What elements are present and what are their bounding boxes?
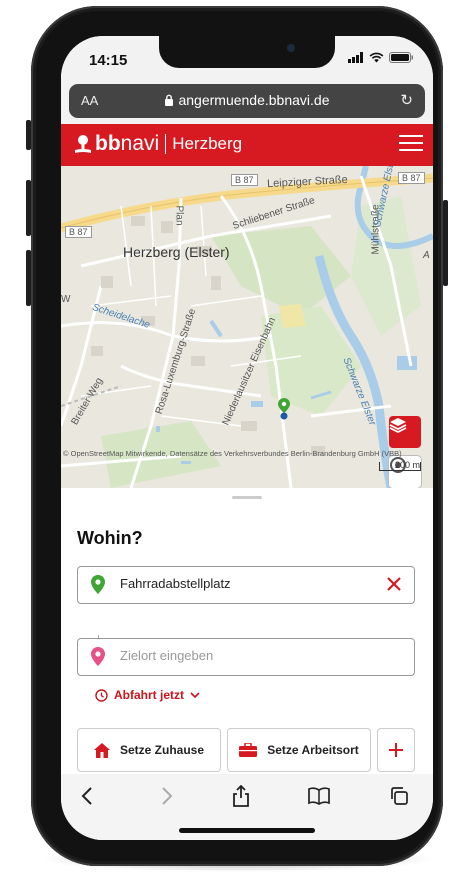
chevron-down-icon xyxy=(190,691,200,698)
bookmarks-icon[interactable] xyxy=(307,784,331,808)
sheet-grabber[interactable] xyxy=(232,496,262,499)
edge-label: A xyxy=(423,250,430,261)
phone-screen: 14:15 AA angermuende.bbnavi.de ↻ bb navi… xyxy=(61,36,433,840)
map-view[interactable]: B 87 B 87 B 87 Leipziger Straße Schliebe… xyxy=(61,166,433,488)
layers-icon[interactable] xyxy=(389,416,421,448)
bbnavi-logo[interactable]: bb navi Herzberg xyxy=(75,132,242,156)
departure-label: Abfahrt jetzt xyxy=(114,688,184,702)
browser-address-area: AA angermuende.bbnavi.de ↻ xyxy=(61,82,433,124)
set-work-label: Setze Arbeitsort xyxy=(267,743,359,757)
logo-text-regular: navi xyxy=(120,132,160,155)
sheet-title: Wohin? xyxy=(77,528,143,548)
origin-input[interactable] xyxy=(120,576,360,591)
logo-separator xyxy=(165,134,167,154)
map-scale: 200 m xyxy=(379,461,421,471)
url-display[interactable]: angermuende.bbnavi.de xyxy=(69,92,425,108)
phone-notch xyxy=(159,36,335,68)
address-bar[interactable]: AA angermuende.bbnavi.de ↻ xyxy=(69,84,425,118)
status-time: 14:15 xyxy=(89,52,128,69)
destination-field[interactable] xyxy=(77,638,415,676)
road-shield: B 87 xyxy=(65,226,92,238)
origin-field[interactable] xyxy=(77,566,415,604)
set-home-label: Setze Zuhause xyxy=(119,743,205,757)
home-icon xyxy=(93,742,110,758)
clear-origin-icon[interactable] xyxy=(384,574,404,594)
edge-label: W xyxy=(61,294,71,305)
region-name: Herzberg xyxy=(172,134,243,153)
home-indicator[interactable] xyxy=(179,828,315,833)
tabs-icon[interactable] xyxy=(387,784,411,808)
camera xyxy=(287,44,295,52)
destination-input[interactable] xyxy=(120,648,360,663)
hamburger-icon[interactable] xyxy=(399,135,423,155)
lock-icon xyxy=(165,94,174,106)
city-label: Herzberg (Elster) xyxy=(123,244,230,260)
signal-icon xyxy=(348,52,363,63)
wifi-icon xyxy=(369,52,384,63)
map-pin-logo-icon xyxy=(75,135,91,153)
browser-toolbar xyxy=(61,774,433,840)
briefcase-icon xyxy=(239,743,258,757)
set-home-button[interactable]: Setze Zuhause xyxy=(77,728,221,772)
forward-icon[interactable] xyxy=(155,784,179,808)
departure-time-selector[interactable]: Abfahrt jetzt xyxy=(95,688,200,702)
origin-marker-icon[interactable] xyxy=(277,398,291,420)
logo-text-bold: bb xyxy=(95,132,121,155)
plus-icon xyxy=(389,743,403,757)
back-icon[interactable] xyxy=(75,784,99,808)
map-attribution[interactable]: © OpenStreetMap Mitwirkende, Datensätze … xyxy=(61,448,433,459)
phone-volume-up xyxy=(26,180,31,236)
add-place-button[interactable] xyxy=(377,728,415,772)
street-label: Plan xyxy=(173,205,185,226)
destination-pin-icon xyxy=(91,647,105,666)
phone-power-button xyxy=(443,200,448,286)
set-work-button[interactable]: Setze Arbeitsort xyxy=(227,728,371,772)
road-shield: B 87 xyxy=(231,174,258,186)
reload-icon[interactable]: ↻ xyxy=(400,91,413,109)
battery-icon xyxy=(389,52,413,63)
phone-volume-down xyxy=(26,250,31,306)
phone-mute-switch xyxy=(26,120,31,150)
share-icon[interactable] xyxy=(229,784,253,808)
clock-icon xyxy=(95,688,108,702)
status-icons xyxy=(348,52,413,63)
origin-pin-icon xyxy=(91,575,105,594)
route-sheet: Wohin? Abfahrt jetzt xyxy=(61,488,433,785)
road-shield: B 87 xyxy=(398,172,425,184)
url-text: angermuende.bbnavi.de xyxy=(178,92,330,108)
app-header: bb navi Herzberg xyxy=(61,124,433,166)
